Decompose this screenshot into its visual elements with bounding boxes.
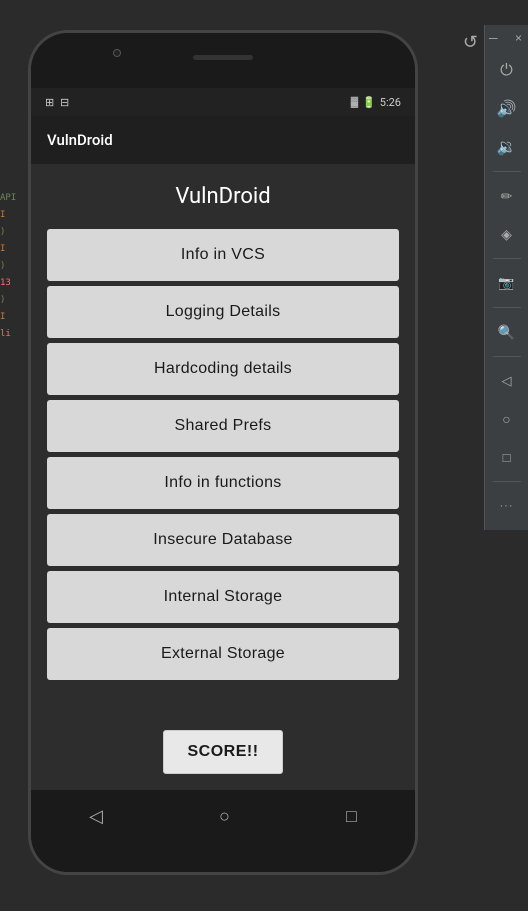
toolbar-header: ─ × xyxy=(485,31,528,51)
screenshot-button[interactable]: 📷 xyxy=(489,265,525,301)
toolbar-divider-5 xyxy=(493,481,521,482)
menu-button-2[interactable]: Hardcoding details xyxy=(47,343,399,395)
menu-button-6[interactable]: Internal Storage xyxy=(47,571,399,623)
menu-button-4[interactable]: Info in functions xyxy=(47,457,399,509)
wifi-icon: ⊟ xyxy=(60,96,69,109)
undo-icon[interactable]: ↺ xyxy=(463,32,478,53)
menu-button-3[interactable]: Shared Prefs xyxy=(47,400,399,452)
sim-icon: ⊞ xyxy=(45,96,54,109)
zoom-button[interactable]: 🔍 xyxy=(489,314,525,350)
status-bar-left: ⊞ ⊟ xyxy=(45,96,69,109)
nav-bar: ◁ ○ □ xyxy=(31,790,415,842)
volume-up-button[interactable]: 🔊 xyxy=(489,91,525,127)
phone-bottom-bezel xyxy=(31,842,415,872)
menu-button-7[interactable]: External Storage xyxy=(47,628,399,680)
menu-button-1[interactable]: Logging Details xyxy=(47,286,399,338)
battery-icon: 🔋 xyxy=(362,96,376,109)
phone-container: ⊞ ⊟ ▓ 🔋 5:26 VulnDroid VulnDroid Info in… xyxy=(28,30,418,875)
phone-top-bezel xyxy=(31,33,415,88)
time-display: 5:26 xyxy=(380,96,401,109)
signal-icon: ▓ xyxy=(351,97,358,108)
screen-content: VulnDroid Info in VCSLogging DetailsHard… xyxy=(31,164,415,790)
back-nav-icon[interactable]: ◁ xyxy=(89,806,103,827)
rotate2-button[interactable]: ◈ xyxy=(489,216,525,252)
app-screen-title: VulnDroid xyxy=(175,184,270,209)
phone-camera xyxy=(113,49,121,57)
toolbar-divider-1 xyxy=(493,171,521,172)
nav-recent-button[interactable]: □ xyxy=(489,439,525,475)
status-bar: ⊞ ⊟ ▓ 🔋 5:26 xyxy=(31,88,415,116)
menu-buttons-list: Info in VCSLogging DetailsHardcoding det… xyxy=(47,229,399,714)
home-nav-icon[interactable]: ○ xyxy=(219,806,230,827)
volume-down-button[interactable]: 🔉 xyxy=(489,129,525,165)
toolbar-divider-2 xyxy=(493,258,521,259)
toolbar-minimize-button[interactable]: ─ xyxy=(489,31,498,45)
toolbar-divider-3 xyxy=(493,307,521,308)
app-bar-title: VulnDroid xyxy=(47,131,113,149)
rotate-button[interactable]: ✏ xyxy=(489,178,525,214)
recent-nav-icon[interactable]: □ xyxy=(346,806,357,827)
nav-home-button[interactable]: ○ xyxy=(489,401,525,437)
power-button[interactable]: ⏻ xyxy=(489,53,525,89)
toolbar-divider-4 xyxy=(493,356,521,357)
menu-button-5[interactable]: Insecure Database xyxy=(47,514,399,566)
menu-button-0[interactable]: Info in VCS xyxy=(47,229,399,281)
app-bar: VulnDroid xyxy=(31,116,415,164)
status-bar-right: ▓ 🔋 5:26 xyxy=(351,96,401,109)
right-toolbar: ─ × ⏻ 🔊 🔉 ✏ ◈ 📷 🔍 ◁ ○ □ ··· xyxy=(484,25,528,530)
code-hints: API I ) I ) 13 ) I li xyxy=(0,190,26,343)
score-button[interactable]: SCORE!! xyxy=(163,730,283,774)
phone-speaker xyxy=(193,55,253,60)
nav-back-button[interactable]: ◁ xyxy=(489,363,525,399)
toolbar-close-button[interactable]: × xyxy=(515,31,522,45)
more-button[interactable]: ··· xyxy=(489,488,525,524)
